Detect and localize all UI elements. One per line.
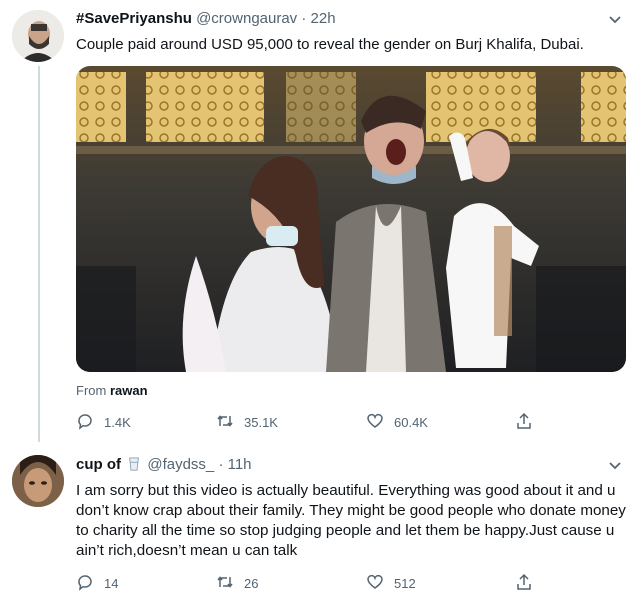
timestamp[interactable]: 11h bbox=[228, 456, 252, 473]
tweet-header: cup of @faydss_ · 11h bbox=[76, 456, 252, 476]
share-icon bbox=[515, 573, 533, 594]
retweet-button[interactable]: 35.1K bbox=[216, 412, 278, 433]
like-count: 60.4K bbox=[394, 415, 428, 430]
reply-count: 14 bbox=[104, 576, 119, 591]
like-button[interactable]: 512 bbox=[366, 573, 416, 594]
share-button[interactable] bbox=[515, 573, 533, 594]
timestamp[interactable]: 22h bbox=[311, 10, 336, 27]
heart-icon bbox=[366, 573, 384, 594]
heart-icon bbox=[366, 412, 384, 433]
reply-button[interactable]: 14 bbox=[76, 573, 118, 594]
like-count: 512 bbox=[394, 576, 416, 591]
reply-button[interactable]: 1.4K bbox=[76, 412, 131, 433]
tweet-text: I am sorry but this video is actually be… bbox=[76, 482, 626, 559]
display-name[interactable]: cup of bbox=[76, 456, 121, 473]
separator-dot: · bbox=[218, 456, 224, 473]
milk-glass-icon bbox=[127, 456, 141, 476]
avatar[interactable] bbox=[12, 10, 64, 62]
thread-connector-line bbox=[38, 66, 40, 442]
separator-dot: · bbox=[301, 10, 307, 27]
media-attribution: From rawan bbox=[76, 383, 148, 398]
share-button[interactable] bbox=[515, 412, 533, 433]
retweet-button[interactable]: 26 bbox=[216, 573, 258, 594]
reply-icon bbox=[76, 412, 94, 433]
media-from-user[interactable]: rawan bbox=[110, 383, 148, 398]
retweet-icon bbox=[216, 412, 234, 433]
tweet-video[interactable] bbox=[76, 66, 626, 372]
user-handle[interactable]: @faydss_ bbox=[147, 456, 214, 473]
avatar[interactable] bbox=[12, 455, 64, 507]
reply-icon bbox=[76, 573, 94, 594]
retweet-icon bbox=[216, 573, 234, 594]
reply-count: 1.4K bbox=[104, 415, 131, 430]
like-button[interactable]: 60.4K bbox=[366, 412, 428, 433]
retweet-count: 35.1K bbox=[244, 415, 278, 430]
chevron-down-icon[interactable] bbox=[606, 456, 624, 474]
chevron-down-icon[interactable] bbox=[606, 10, 624, 28]
tweet-header: #SavePriyanshu @crowngaurav · 22h bbox=[76, 10, 336, 27]
user-handle[interactable]: @crowngaurav bbox=[196, 10, 297, 27]
retweet-count: 26 bbox=[244, 576, 259, 591]
display-name[interactable]: #SavePriyanshu bbox=[76, 10, 192, 27]
share-icon bbox=[515, 412, 533, 433]
media-from-label: From bbox=[76, 383, 107, 398]
tweet-text: Couple paid around USD 95,000 to reveal … bbox=[76, 36, 584, 53]
